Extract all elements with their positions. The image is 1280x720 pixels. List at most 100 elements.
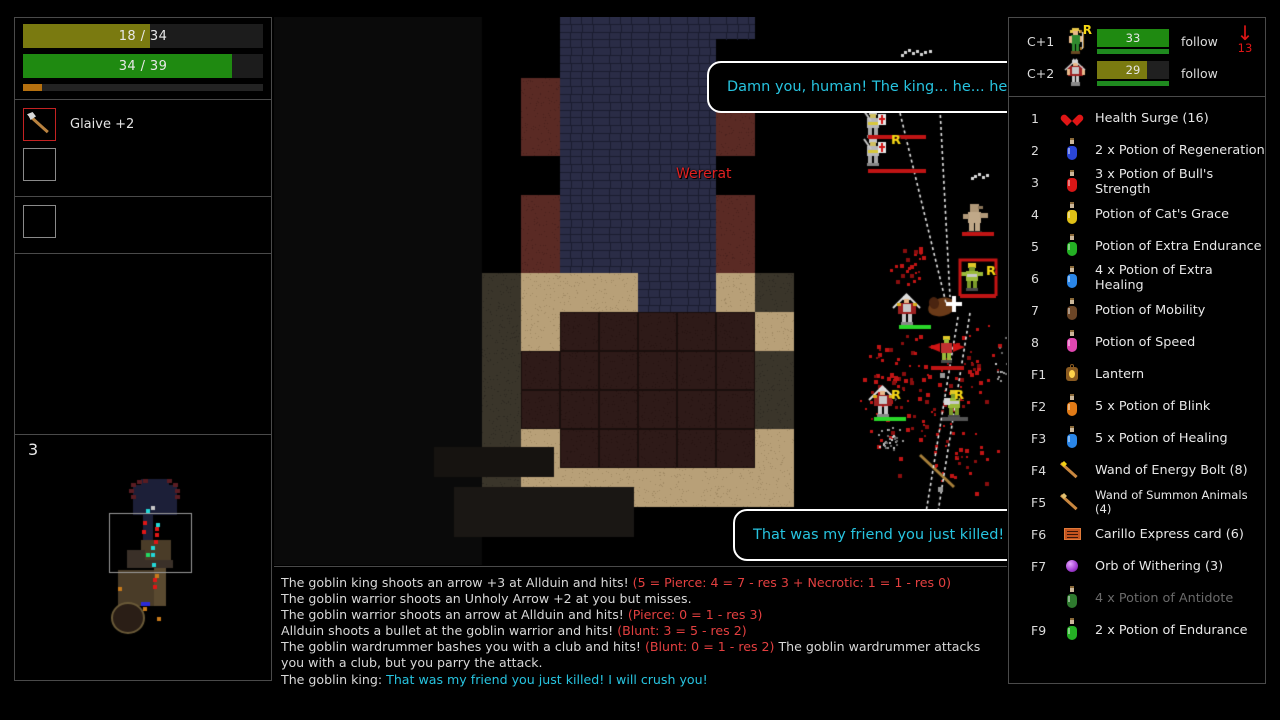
right-panel: C+1 R 33 follow ↓ 13 C+2 29 follow 1 Health Surge…	[1008, 17, 1266, 695]
log-segment: The goblin warrior shoots an arrow at Al…	[281, 607, 628, 622]
equipment-row[interactable]	[23, 148, 263, 181]
inventory-item-row[interactable]: 3 3 x Potion of Bull's Strength	[1009, 166, 1265, 198]
inventory-item-row[interactable]: 2 2 x Potion of Regeneration	[1009, 134, 1265, 166]
companion-hotkey: C+1	[1027, 34, 1061, 49]
log-segment: (Blunt: 3 = 5 - res 2)	[617, 623, 746, 638]
game-window: 18 / 34 34 / 39 Glaive +2 3 Wererat Damn…	[0, 0, 1280, 720]
inventory-item-hotkey: 4	[1031, 207, 1061, 222]
potion-icon	[1061, 234, 1083, 258]
log-segment: That was my friend you just killed! I wi…	[386, 672, 708, 687]
effects-panel	[14, 253, 272, 434]
inventory-item-label: Potion of Speed	[1095, 335, 1195, 350]
equipment-row[interactable]: Glaive +2	[23, 108, 263, 141]
minimap-panel[interactable]: 3	[14, 434, 272, 681]
inventory-item-row[interactable]: 4 Potion of Cat's Grace	[1009, 198, 1265, 230]
monster-name-label: Wererat	[676, 166, 732, 182]
potion-icon	[1061, 586, 1083, 610]
inventory-item-row[interactable]: F1 Lantern	[1009, 358, 1265, 390]
potion-icon	[1061, 298, 1083, 322]
inventory-item-label: Lantern	[1095, 367, 1144, 382]
companion-health-bar: 29	[1097, 61, 1169, 79]
message-log[interactable]: The goblin king shoots an arrow +3 at Al…	[274, 566, 1007, 695]
companion-bars: 29	[1097, 61, 1169, 86]
companion-mode-label[interactable]: follow	[1181, 34, 1225, 49]
dungeon-depth-label: 3	[28, 440, 38, 459]
inventory-item-hotkey: F2	[1031, 399, 1061, 414]
log-segment: Allduin shoots a bullet at the goblin wa…	[281, 623, 617, 638]
inventory-item-label: Orb of Withering (3)	[1095, 559, 1223, 574]
inventory-item-hotkey: 5	[1031, 239, 1061, 254]
companion-row[interactable]: C+2 29 follow	[1009, 57, 1265, 89]
experience-bar	[23, 84, 263, 91]
inventory-item-label: Potion of Mobility	[1095, 303, 1205, 318]
inventory-item-row[interactable]: 5 Potion of Extra Endurance	[1009, 230, 1265, 262]
health-bar: 18 / 34	[23, 24, 263, 48]
companion-hotkey: C+2	[1027, 66, 1061, 81]
equipment-panel-primary: Glaive +2	[14, 99, 272, 196]
inventory-item-row[interactable]: 4 x Potion of Antidote	[1009, 582, 1265, 614]
equipment-slot-empty-2[interactable]	[23, 205, 56, 238]
log-segment: The goblin king shoots an arrow +3 at Al…	[281, 575, 633, 590]
inventory-item-row[interactable]: F9 2 x Potion of Endurance	[1009, 614, 1265, 646]
speech-bubble-top: Damn you, human! The king... he... he wi…	[707, 61, 1007, 113]
inventory-item-label: 5 x Potion of Blink	[1095, 399, 1210, 414]
glaive-icon	[26, 111, 53, 138]
inventory-item-hotkey: 8	[1031, 335, 1061, 350]
companion-rank-badge: R	[1083, 24, 1092, 36]
inventory-item-hotkey: 3	[1031, 175, 1061, 190]
inventory-item-hotkey: F4	[1031, 463, 1061, 478]
inventory-item-row[interactable]: F4 Wand of Energy Bolt (8)	[1009, 454, 1265, 486]
equipment-panel-secondary	[14, 196, 272, 253]
minimap-canvas[interactable]	[15, 435, 272, 681]
equipment-slot-weapon[interactable]	[23, 108, 56, 141]
inventory-item-label: Health Surge (16)	[1095, 111, 1209, 126]
warrior-portrait[interactable]	[1061, 58, 1089, 88]
game-map[interactable]: Wererat Damn you, human! The king... he.…	[274, 17, 1007, 565]
inventory-item-row[interactable]: F3 5 x Potion of Healing	[1009, 422, 1265, 454]
potion-icon	[1061, 618, 1083, 642]
companion-health-bar: 33	[1097, 29, 1169, 47]
log-segment: (Blunt: 0 = 1 - res 2)	[645, 639, 774, 654]
companion-mode-label[interactable]: follow	[1181, 66, 1225, 81]
log-segment: The goblin wardrummer bashes you with a …	[281, 639, 645, 654]
inventory-item-label: 2 x Potion of Endurance	[1095, 623, 1247, 638]
inventory-item-row[interactable]: 8 Potion of Speed	[1009, 326, 1265, 358]
inventory-item-row[interactable]: 7 Potion of Mobility	[1009, 294, 1265, 326]
inventory-item-row[interactable]: F5 Wand of Summon Animals (4)	[1009, 486, 1265, 518]
companion-bars: 33	[1097, 29, 1169, 54]
inventory-item-hotkey: 6	[1031, 271, 1061, 286]
inventory-item-label: Carillo Express card (6)	[1095, 527, 1244, 542]
inventory-item-label: 4 x Potion of Antidote	[1095, 591, 1233, 606]
equipment-row[interactable]	[23, 205, 263, 238]
potion-icon	[1061, 426, 1083, 450]
log-segment: (5 = Pierce: 4 = 7 - res 3 + Necrotic: 1…	[633, 575, 951, 590]
inventory-item-label: 4 x Potion of Extra Healing	[1095, 263, 1265, 293]
inventory-item-hotkey: F6	[1031, 527, 1061, 542]
log-segment: The goblin warrior shoots an Unholy Arro…	[281, 591, 692, 606]
log-line: The goblin wardrummer bashes you with a …	[278, 639, 1003, 671]
speech-bubble-bottom: That was my friend you just killed! I wi…	[733, 509, 1007, 561]
inventory-item-row[interactable]: F6 Carillo Express card (6)	[1009, 518, 1265, 550]
inventory-item-row[interactable]: 6 4 x Potion of Extra Healing	[1009, 262, 1265, 294]
inventory-item-row[interactable]: 1 Health Surge (16)	[1009, 102, 1265, 134]
inventory-item-row[interactable]: F7 Orb of Withering (3)	[1009, 550, 1265, 582]
companion-health-label: 29	[1097, 61, 1169, 79]
elf-archer-portrait[interactable]: R	[1061, 26, 1089, 56]
companion-row[interactable]: C+1 R 33 follow ↓ 13	[1009, 25, 1265, 57]
companion-depth-arrow: ↓ 13	[1225, 27, 1265, 55]
inventory-item-hotkey: F7	[1031, 559, 1061, 574]
health-bar-label: 18 / 34	[23, 24, 263, 48]
log-line: The goblin warrior shoots an arrow at Al…	[278, 607, 1003, 623]
companion-mana-fill	[1097, 81, 1169, 86]
card-icon	[1061, 522, 1083, 546]
stamina-bar-label: 34 / 39	[23, 54, 263, 78]
equipment-slot-empty-1[interactable]	[23, 148, 56, 181]
inventory-item-hotkey: F1	[1031, 367, 1061, 382]
inventory-item-row[interactable]: F2 5 x Potion of Blink	[1009, 390, 1265, 422]
left-panel: 18 / 34 34 / 39 Glaive +2 3	[14, 17, 272, 695]
companion-mana-bar	[1097, 49, 1169, 54]
log-line: The goblin king shoots an arrow +3 at Al…	[278, 575, 1003, 591]
vitals-panel: 18 / 34 34 / 39	[14, 17, 272, 99]
heart-icon	[1061, 106, 1083, 130]
log-segment: (Pierce: 0 = 1 - res 3)	[628, 607, 763, 622]
